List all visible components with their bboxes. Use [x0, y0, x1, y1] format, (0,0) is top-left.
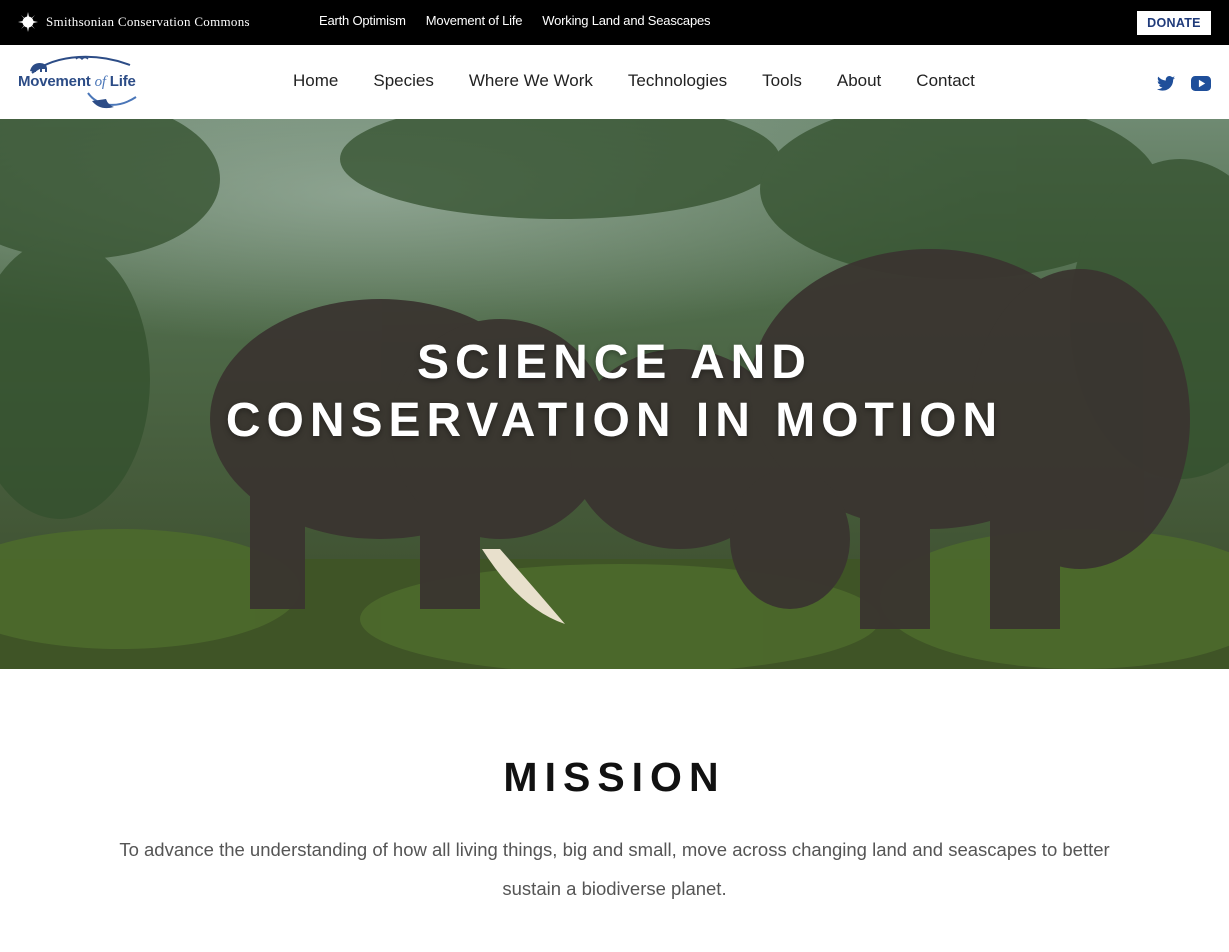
- site-header: Movement of Life Home Species Where We W…: [0, 45, 1229, 119]
- smithsonian-brand-link[interactable]: Smithsonian Conservation Commons: [18, 11, 250, 33]
- utility-bar: Smithsonian Conservation Commons Earth O…: [0, 0, 1229, 45]
- main-nav: Home Species Where We Work Technologies …: [293, 71, 975, 91]
- hero-heading: SCIENCE AND CONSERVATION IN MOTION: [0, 334, 1229, 450]
- logo-wordmark: Movement of Life: [18, 73, 136, 91]
- mission-heading: MISSION: [503, 754, 726, 800]
- nav-species[interactable]: Species: [373, 71, 433, 91]
- nav-about[interactable]: About: [837, 71, 881, 91]
- mission-statement: To advance the understanding of how all …: [119, 839, 1110, 899]
- hero-heading-line-2: CONSERVATION IN MOTION: [225, 394, 1004, 447]
- utility-nav: Earth Optimism Movement of Life Working …: [319, 13, 711, 28]
- twitter-icon[interactable]: [1156, 74, 1176, 92]
- nav-home[interactable]: Home: [293, 71, 338, 91]
- logo-word-life: Life: [105, 73, 136, 90]
- utility-link-working-land-and-seascapes[interactable]: Working Land and Seascapes: [542, 13, 710, 28]
- youtube-icon[interactable]: [1191, 74, 1211, 92]
- logo-word-of: of: [94, 74, 106, 90]
- hero-heading-line-1: SCIENCE AND: [417, 336, 812, 389]
- nav-where-we-work[interactable]: Where We Work: [469, 71, 593, 91]
- hero-banner: SCIENCE AND CONSERVATION IN MOTION: [0, 119, 1229, 669]
- nav-contact[interactable]: Contact: [916, 71, 975, 91]
- utility-link-movement-of-life[interactable]: Movement of Life: [426, 13, 523, 28]
- nav-tools[interactable]: Tools: [762, 71, 802, 91]
- donate-button[interactable]: DONATE: [1137, 11, 1211, 35]
- logo-word-movement: Movement: [18, 73, 95, 90]
- movement-of-life-logo[interactable]: Movement of Life: [18, 51, 144, 115]
- nav-technologies[interactable]: Technologies: [628, 71, 727, 91]
- utility-link-earth-optimism[interactable]: Earth Optimism: [319, 13, 406, 28]
- smithsonian-sun-icon: [18, 12, 38, 32]
- smithsonian-brand-name: Smithsonian Conservation Commons: [46, 14, 250, 29]
